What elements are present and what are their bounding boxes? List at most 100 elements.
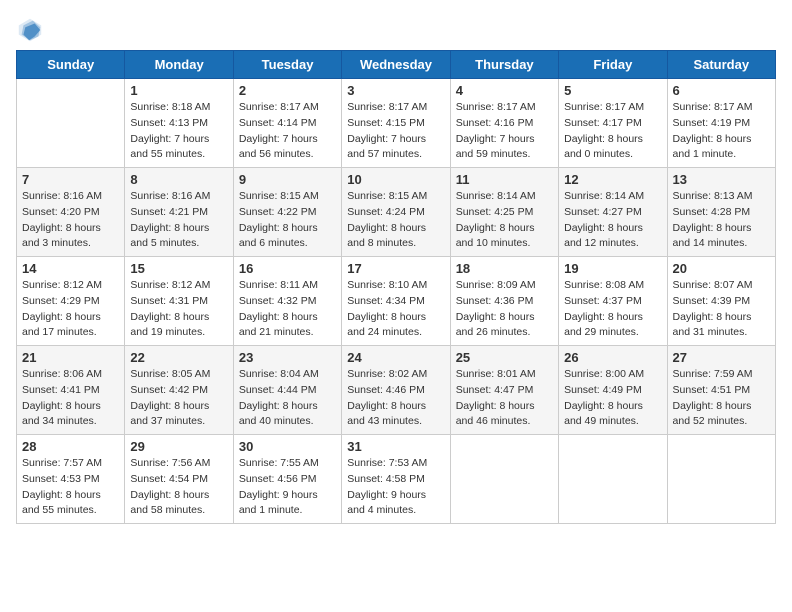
- day-number: 5: [564, 83, 661, 98]
- weekday-header: Monday: [125, 51, 233, 79]
- day-info: Sunrise: 8:12 AMSunset: 4:29 PMDaylight:…: [22, 278, 119, 341]
- weekday-header: Tuesday: [233, 51, 341, 79]
- calendar-cell: 25 Sunrise: 8:01 AMSunset: 4:47 PMDaylig…: [450, 346, 558, 435]
- calendar-cell: 1 Sunrise: 8:18 AMSunset: 4:13 PMDayligh…: [125, 79, 233, 168]
- day-info: Sunrise: 8:15 AMSunset: 4:24 PMDaylight:…: [347, 189, 444, 252]
- day-info: Sunrise: 8:17 AMSunset: 4:16 PMDaylight:…: [456, 100, 553, 163]
- day-number: 6: [673, 83, 770, 98]
- day-info: Sunrise: 8:11 AMSunset: 4:32 PMDaylight:…: [239, 278, 336, 341]
- day-info: Sunrise: 8:08 AMSunset: 4:37 PMDaylight:…: [564, 278, 661, 341]
- logo: [16, 16, 48, 44]
- day-number: 2: [239, 83, 336, 98]
- day-info: Sunrise: 8:13 AMSunset: 4:28 PMDaylight:…: [673, 189, 770, 252]
- day-number: 17: [347, 261, 444, 276]
- day-info: Sunrise: 8:00 AMSunset: 4:49 PMDaylight:…: [564, 367, 661, 430]
- day-info: Sunrise: 7:59 AMSunset: 4:51 PMDaylight:…: [673, 367, 770, 430]
- day-number: 31: [347, 439, 444, 454]
- calendar-cell: 11 Sunrise: 8:14 AMSunset: 4:25 PMDaylig…: [450, 168, 558, 257]
- page-header: [16, 16, 776, 44]
- weekday-header: Saturday: [667, 51, 775, 79]
- day-info: Sunrise: 7:56 AMSunset: 4:54 PMDaylight:…: [130, 456, 227, 519]
- calendar-cell: [450, 435, 558, 524]
- day-number: 19: [564, 261, 661, 276]
- day-info: Sunrise: 8:14 AMSunset: 4:27 PMDaylight:…: [564, 189, 661, 252]
- calendar-cell: 7 Sunrise: 8:16 AMSunset: 4:20 PMDayligh…: [17, 168, 125, 257]
- day-number: 25: [456, 350, 553, 365]
- calendar-cell: 15 Sunrise: 8:12 AMSunset: 4:31 PMDaylig…: [125, 257, 233, 346]
- calendar-cell: 4 Sunrise: 8:17 AMSunset: 4:16 PMDayligh…: [450, 79, 558, 168]
- day-info: Sunrise: 7:53 AMSunset: 4:58 PMDaylight:…: [347, 456, 444, 519]
- day-number: 11: [456, 172, 553, 187]
- day-info: Sunrise: 7:57 AMSunset: 4:53 PMDaylight:…: [22, 456, 119, 519]
- day-info: Sunrise: 8:17 AMSunset: 4:14 PMDaylight:…: [239, 100, 336, 163]
- day-info: Sunrise: 8:12 AMSunset: 4:31 PMDaylight:…: [130, 278, 227, 341]
- day-number: 18: [456, 261, 553, 276]
- day-info: Sunrise: 8:17 AMSunset: 4:15 PMDaylight:…: [347, 100, 444, 163]
- weekday-header: Sunday: [17, 51, 125, 79]
- day-number: 20: [673, 261, 770, 276]
- day-info: Sunrise: 8:16 AMSunset: 4:21 PMDaylight:…: [130, 189, 227, 252]
- day-number: 10: [347, 172, 444, 187]
- weekday-header: Wednesday: [342, 51, 450, 79]
- calendar-cell: 20 Sunrise: 8:07 AMSunset: 4:39 PMDaylig…: [667, 257, 775, 346]
- calendar-cell: 13 Sunrise: 8:13 AMSunset: 4:28 PMDaylig…: [667, 168, 775, 257]
- day-number: 30: [239, 439, 336, 454]
- calendar-cell: 29 Sunrise: 7:56 AMSunset: 4:54 PMDaylig…: [125, 435, 233, 524]
- day-number: 27: [673, 350, 770, 365]
- calendar-cell: 12 Sunrise: 8:14 AMSunset: 4:27 PMDaylig…: [559, 168, 667, 257]
- day-number: 4: [456, 83, 553, 98]
- calendar-cell: 22 Sunrise: 8:05 AMSunset: 4:42 PMDaylig…: [125, 346, 233, 435]
- calendar-week-row: 14 Sunrise: 8:12 AMSunset: 4:29 PMDaylig…: [17, 257, 776, 346]
- day-number: 12: [564, 172, 661, 187]
- weekday-header: Thursday: [450, 51, 558, 79]
- day-number: 1: [130, 83, 227, 98]
- day-info: Sunrise: 8:01 AMSunset: 4:47 PMDaylight:…: [456, 367, 553, 430]
- calendar-table: SundayMondayTuesdayWednesdayThursdayFrid…: [16, 50, 776, 524]
- calendar-cell: 26 Sunrise: 8:00 AMSunset: 4:49 PMDaylig…: [559, 346, 667, 435]
- day-number: 14: [22, 261, 119, 276]
- day-info: Sunrise: 8:17 AMSunset: 4:19 PMDaylight:…: [673, 100, 770, 163]
- day-info: Sunrise: 8:07 AMSunset: 4:39 PMDaylight:…: [673, 278, 770, 341]
- calendar-cell: 5 Sunrise: 8:17 AMSunset: 4:17 PMDayligh…: [559, 79, 667, 168]
- day-number: 29: [130, 439, 227, 454]
- calendar-week-row: 1 Sunrise: 8:18 AMSunset: 4:13 PMDayligh…: [17, 79, 776, 168]
- day-info: Sunrise: 8:10 AMSunset: 4:34 PMDaylight:…: [347, 278, 444, 341]
- calendar-cell: 30 Sunrise: 7:55 AMSunset: 4:56 PMDaylig…: [233, 435, 341, 524]
- day-info: Sunrise: 8:16 AMSunset: 4:20 PMDaylight:…: [22, 189, 119, 252]
- logo-icon: [16, 16, 44, 44]
- day-info: Sunrise: 8:15 AMSunset: 4:22 PMDaylight:…: [239, 189, 336, 252]
- day-info: Sunrise: 7:55 AMSunset: 4:56 PMDaylight:…: [239, 456, 336, 519]
- day-number: 28: [22, 439, 119, 454]
- calendar-cell: 17 Sunrise: 8:10 AMSunset: 4:34 PMDaylig…: [342, 257, 450, 346]
- calendar-cell: [559, 435, 667, 524]
- day-number: 21: [22, 350, 119, 365]
- day-info: Sunrise: 8:09 AMSunset: 4:36 PMDaylight:…: [456, 278, 553, 341]
- calendar-cell: 27 Sunrise: 7:59 AMSunset: 4:51 PMDaylig…: [667, 346, 775, 435]
- calendar-week-row: 28 Sunrise: 7:57 AMSunset: 4:53 PMDaylig…: [17, 435, 776, 524]
- calendar-cell: [17, 79, 125, 168]
- calendar-cell: 8 Sunrise: 8:16 AMSunset: 4:21 PMDayligh…: [125, 168, 233, 257]
- day-number: 15: [130, 261, 227, 276]
- calendar-cell: 21 Sunrise: 8:06 AMSunset: 4:41 PMDaylig…: [17, 346, 125, 435]
- day-info: Sunrise: 8:17 AMSunset: 4:17 PMDaylight:…: [564, 100, 661, 163]
- calendar-cell: [667, 435, 775, 524]
- calendar-cell: 3 Sunrise: 8:17 AMSunset: 4:15 PMDayligh…: [342, 79, 450, 168]
- day-info: Sunrise: 8:04 AMSunset: 4:44 PMDaylight:…: [239, 367, 336, 430]
- calendar-cell: 6 Sunrise: 8:17 AMSunset: 4:19 PMDayligh…: [667, 79, 775, 168]
- calendar-cell: 31 Sunrise: 7:53 AMSunset: 4:58 PMDaylig…: [342, 435, 450, 524]
- calendar-cell: 28 Sunrise: 7:57 AMSunset: 4:53 PMDaylig…: [17, 435, 125, 524]
- day-number: 8: [130, 172, 227, 187]
- day-number: 23: [239, 350, 336, 365]
- calendar-cell: 19 Sunrise: 8:08 AMSunset: 4:37 PMDaylig…: [559, 257, 667, 346]
- day-info: Sunrise: 8:14 AMSunset: 4:25 PMDaylight:…: [456, 189, 553, 252]
- calendar-cell: 24 Sunrise: 8:02 AMSunset: 4:46 PMDaylig…: [342, 346, 450, 435]
- day-number: 3: [347, 83, 444, 98]
- weekday-header: Friday: [559, 51, 667, 79]
- calendar-cell: 16 Sunrise: 8:11 AMSunset: 4:32 PMDaylig…: [233, 257, 341, 346]
- calendar-cell: 2 Sunrise: 8:17 AMSunset: 4:14 PMDayligh…: [233, 79, 341, 168]
- day-number: 22: [130, 350, 227, 365]
- calendar-header-row: SundayMondayTuesdayWednesdayThursdayFrid…: [17, 51, 776, 79]
- day-number: 24: [347, 350, 444, 365]
- calendar-week-row: 21 Sunrise: 8:06 AMSunset: 4:41 PMDaylig…: [17, 346, 776, 435]
- day-info: Sunrise: 8:05 AMSunset: 4:42 PMDaylight:…: [130, 367, 227, 430]
